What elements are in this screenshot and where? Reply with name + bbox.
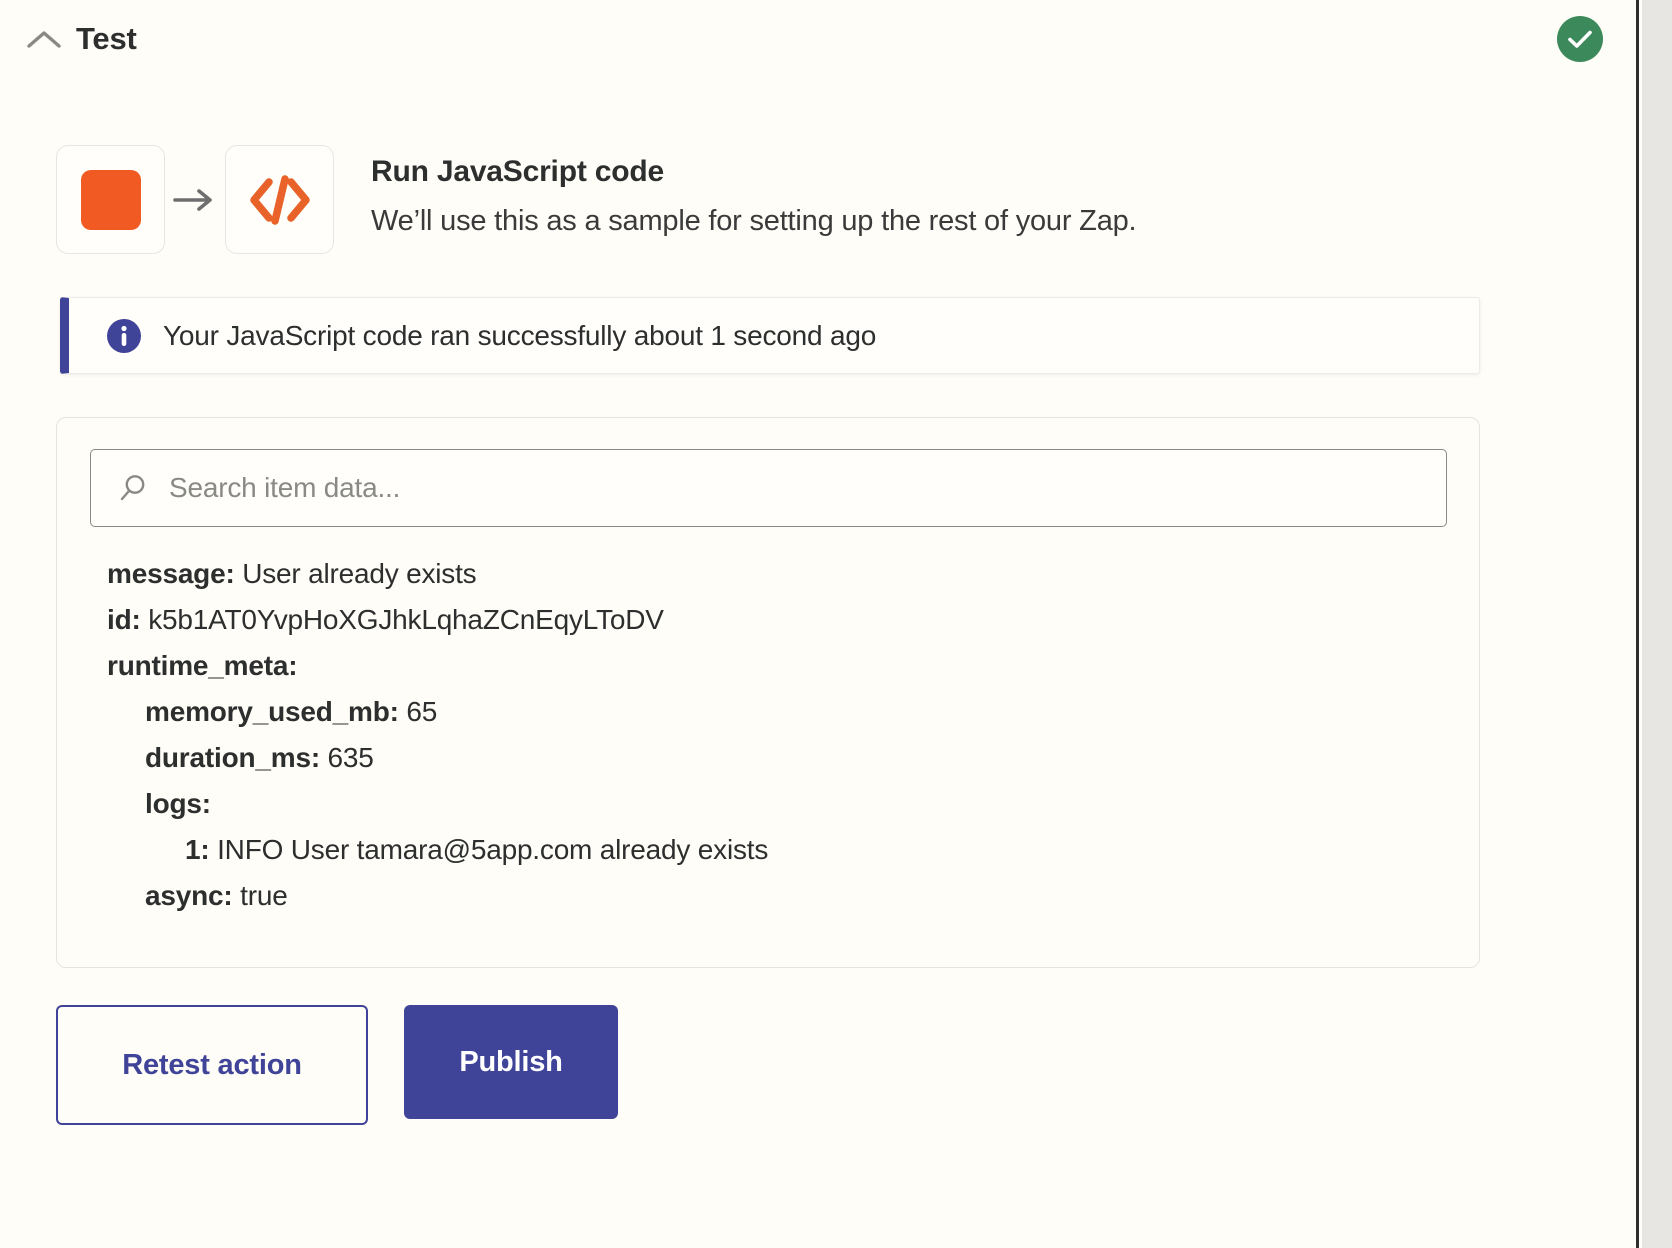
item-data-value: 65 bbox=[406, 696, 438, 727]
test-step-panel: Test Run JavaScript code We’ll use this … bbox=[0, 0, 1639, 1248]
page-title: Test bbox=[76, 21, 137, 56]
item-data-row: async: true bbox=[107, 873, 1449, 919]
publish-button[interactable]: Publish bbox=[404, 1005, 618, 1119]
check-icon bbox=[1568, 30, 1592, 48]
item-data-key: message: bbox=[107, 558, 235, 589]
item-data-row: runtime_meta: bbox=[107, 643, 1449, 689]
item-data-key: runtime_meta: bbox=[107, 650, 298, 681]
item-data-row: logs: bbox=[107, 781, 1449, 827]
item-data-value: User already exists bbox=[242, 558, 477, 589]
item-data-row: duration_ms: 635 bbox=[107, 735, 1449, 781]
item-data-value: 635 bbox=[327, 742, 374, 773]
search-icon bbox=[117, 472, 149, 504]
step-summary: Run JavaScript code We’ll use this as a … bbox=[56, 145, 1137, 254]
success-banner: Your JavaScript code ran successfully ab… bbox=[60, 297, 1480, 374]
chevron-up-icon[interactable] bbox=[24, 19, 64, 59]
panel-header: Test bbox=[0, 0, 1636, 78]
info-icon bbox=[107, 318, 141, 353]
step-subtitle: We’ll use this as a sample for setting u… bbox=[371, 205, 1137, 237]
item-data-row: id: k5b1AT0YvpHoXGJhkLqhaZCnEqyLToDV bbox=[107, 597, 1449, 643]
item-data-row: memory_used_mb: 65 bbox=[107, 689, 1449, 735]
item-data-value: true bbox=[240, 880, 288, 911]
item-data-key: duration_ms: bbox=[145, 742, 320, 773]
zapier-app-icon bbox=[56, 145, 165, 254]
item-data-key: memory_used_mb: bbox=[145, 696, 399, 727]
retest-action-button[interactable]: Retest action bbox=[56, 1005, 368, 1125]
search-field[interactable] bbox=[90, 449, 1447, 527]
item-data-value: k5b1AT0YvpHoXGJhkLqhaZCnEqyLToDV bbox=[148, 604, 664, 635]
status-badge bbox=[1557, 16, 1603, 62]
search-input[interactable] bbox=[167, 471, 1446, 505]
arrow-right-icon bbox=[165, 145, 225, 254]
item-data-card: message: User already existsid: k5b1AT0Y… bbox=[56, 417, 1480, 968]
item-data-key: logs: bbox=[145, 788, 211, 819]
code-brackets-icon bbox=[225, 145, 334, 254]
item-data-key: async: bbox=[145, 880, 233, 911]
item-data-list: message: User already exists id: k5b1AT0Y… bbox=[107, 551, 1449, 919]
item-data-key: id: bbox=[107, 604, 141, 635]
app-logo-square bbox=[80, 169, 141, 230]
item-data-row: 1: INFO User tamara@5app.com already exi… bbox=[107, 827, 1449, 873]
step-title: Run JavaScript code bbox=[371, 155, 664, 188]
banner-message: Your JavaScript code ran successfully ab… bbox=[163, 319, 877, 351]
page-background-strip bbox=[1642, 0, 1672, 1248]
action-buttons: Retest action Publish bbox=[56, 1005, 618, 1125]
item-data-key: 1: bbox=[185, 834, 210, 865]
item-data-value: INFO User tamara@5app.com already exists bbox=[217, 834, 769, 865]
item-data-row: message: User already exists bbox=[107, 551, 1449, 597]
